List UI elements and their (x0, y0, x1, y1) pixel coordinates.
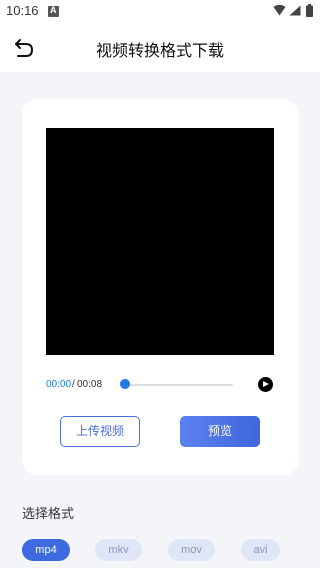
status-time: 10:16 (6, 3, 39, 18)
progress-track[interactable] (125, 384, 233, 386)
signal-icon (289, 5, 301, 16)
video-card: 00:00 / 00:08 上传视频 预览 (22, 99, 299, 475)
time-separator: / (72, 379, 75, 390)
video-player[interactable] (46, 128, 274, 355)
format-option-mp4[interactable]: mp4 (22, 539, 70, 561)
total-time: 00:08 (77, 379, 103, 390)
format-option-mov[interactable]: mov (168, 539, 215, 561)
upload-video-button[interactable]: 上传视频 (60, 416, 140, 447)
wifi-icon (273, 5, 286, 16)
progress-thumb[interactable] (120, 379, 130, 389)
notification-icon (48, 5, 59, 17)
format-section-label: 选择格式 (22, 507, 75, 522)
play-icon[interactable] (258, 377, 273, 392)
status-bar: 10:16 (0, 0, 320, 24)
format-option-avi[interactable]: avi (241, 539, 280, 561)
top-app-bar: 视频转换格式下载 (0, 24, 320, 72)
battery-icon (306, 4, 313, 17)
format-option-mkv[interactable]: mkv (95, 539, 142, 561)
preview-button[interactable]: 预览 (180, 416, 260, 447)
page-title: 视频转换格式下载 (95, 41, 224, 60)
current-time: 00:00 (46, 379, 72, 390)
